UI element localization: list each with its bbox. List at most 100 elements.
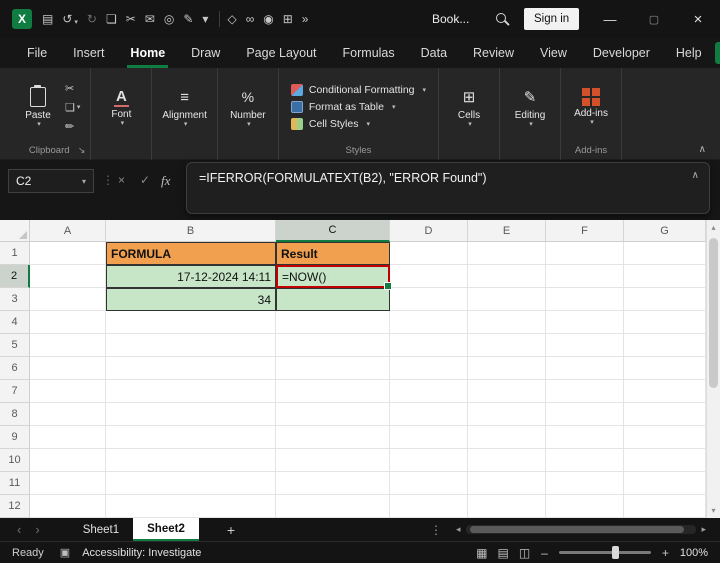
cell-G3[interactable] xyxy=(624,288,706,311)
menu-tab-developer[interactable]: Developer xyxy=(580,38,663,68)
page-layout-view-icon[interactable]: ▤ xyxy=(497,546,508,560)
sheet-menu-icon[interactable]: ⋮ xyxy=(430,523,442,537)
cell-C10[interactable] xyxy=(276,449,390,472)
enter-icon[interactable]: ✓ xyxy=(140,173,150,187)
cell-B10[interactable] xyxy=(106,449,276,472)
cell-D9[interactable] xyxy=(390,426,468,449)
button-alignment[interactable]: ≡Alignment▾ xyxy=(160,72,208,142)
cell-G1[interactable] xyxy=(624,242,706,265)
format-painter-button[interactable]: ✏ xyxy=(65,118,80,134)
button-cells[interactable]: ⊞Cells▾ xyxy=(447,72,491,142)
menu-tab-home[interactable]: Home xyxy=(117,38,178,68)
cell-G5[interactable] xyxy=(624,334,706,357)
close-button[interactable]: × xyxy=(676,0,720,38)
cell-D4[interactable] xyxy=(390,311,468,334)
cell-C7[interactable] xyxy=(276,380,390,403)
cell-B11[interactable] xyxy=(106,472,276,495)
cell-G7[interactable] xyxy=(624,380,706,403)
normal-view-icon[interactable]: ▦ xyxy=(476,546,487,560)
paste-button[interactable]: Paste ▾ xyxy=(16,72,60,142)
cell-C4[interactable] xyxy=(276,311,390,334)
cell-D6[interactable] xyxy=(390,357,468,380)
cell-A3[interactable] xyxy=(30,288,106,311)
insert-function-icon[interactable]: fx xyxy=(161,173,170,189)
button-editing[interactable]: ✎Editing▾ xyxy=(508,72,552,142)
cell-C6[interactable] xyxy=(276,357,390,380)
cell-F10[interactable] xyxy=(546,449,624,472)
row-header-2[interactable]: 2 xyxy=(0,265,30,288)
menu-tab-review[interactable]: Review xyxy=(460,38,527,68)
scroll-down-icon[interactable]: ▾ xyxy=(707,506,720,515)
cell-C12[interactable] xyxy=(276,495,390,518)
column-header-G[interactable]: G xyxy=(624,220,706,242)
button-format-as-table[interactable]: Format as Table▾ xyxy=(291,101,426,113)
vertical-scrollbar[interactable]: ▴ ▾ xyxy=(706,220,720,518)
new-sheet-button[interactable]: + xyxy=(227,522,235,538)
accessibility-status[interactable]: Accessibility: Investigate xyxy=(82,547,201,559)
row-header-7[interactable]: 7 xyxy=(0,380,30,403)
row-header-11[interactable]: 11 xyxy=(0,472,30,495)
cell-F5[interactable] xyxy=(546,334,624,357)
link-icon[interactable]: ∞ xyxy=(246,12,255,26)
sheet-tab-sheet2[interactable]: Sheet2 xyxy=(133,518,199,541)
copy-button[interactable]: ❏▾ xyxy=(65,99,80,115)
cell-F6[interactable] xyxy=(546,357,624,380)
menu-tab-draw[interactable]: Draw xyxy=(178,38,233,68)
cell-A10[interactable] xyxy=(30,449,106,472)
sheet-tab-sheet1[interactable]: Sheet1 xyxy=(69,518,133,541)
cell-B3[interactable]: 34 xyxy=(106,288,276,311)
cell-B8[interactable] xyxy=(106,403,276,426)
column-header-C[interactable]: C xyxy=(276,220,390,242)
column-header-F[interactable]: F xyxy=(546,220,624,242)
cell-F3[interactable] xyxy=(546,288,624,311)
macro-record-icon[interactable]: ▣ xyxy=(60,546,70,559)
cell-G2[interactable] xyxy=(624,265,706,288)
column-header-D[interactable]: D xyxy=(390,220,468,242)
cell-F11[interactable] xyxy=(546,472,624,495)
cell-F2[interactable] xyxy=(546,265,624,288)
cell-A12[interactable] xyxy=(30,495,106,518)
button-conditional-formatting[interactable]: Conditional Formatting▾ xyxy=(291,84,426,96)
cell-A1[interactable] xyxy=(30,242,106,265)
cell-E5[interactable] xyxy=(468,334,546,357)
cell-C9[interactable] xyxy=(276,426,390,449)
cell-E11[interactable] xyxy=(468,472,546,495)
cell-D3[interactable] xyxy=(390,288,468,311)
maximize-button[interactable]: ▢ xyxy=(632,0,676,38)
cell-C2[interactable]: =NOW() xyxy=(276,265,390,288)
cell-A2[interactable] xyxy=(30,265,106,288)
cell-E10[interactable] xyxy=(468,449,546,472)
menu-tab-help[interactable]: Help xyxy=(663,38,715,68)
cell-E1[interactable] xyxy=(468,242,546,265)
cell-B12[interactable] xyxy=(106,495,276,518)
cell-E4[interactable] xyxy=(468,311,546,334)
cell-B7[interactable] xyxy=(106,380,276,403)
cell-E9[interactable] xyxy=(468,426,546,449)
select-all-corner[interactable] xyxy=(0,220,30,242)
row-header-8[interactable]: 8 xyxy=(0,403,30,426)
cell-B4[interactable] xyxy=(106,311,276,334)
cell-B1[interactable]: FORMULA xyxy=(106,242,276,265)
cell-D8[interactable] xyxy=(390,403,468,426)
cell-F12[interactable] xyxy=(546,495,624,518)
button-number[interactable]: %Number▾ xyxy=(226,72,270,142)
cell-G6[interactable] xyxy=(624,357,706,380)
collapse-formula-bar-icon[interactable]: ∧ xyxy=(692,170,699,181)
cell-F7[interactable] xyxy=(546,380,624,403)
menu-tab-file[interactable]: File xyxy=(14,38,60,68)
button-cell-styles[interactable]: Cell Styles▾ xyxy=(291,118,426,130)
cell-E2[interactable] xyxy=(468,265,546,288)
cell-A6[interactable] xyxy=(30,357,106,380)
sheet-nav-left-icon[interactable]: ‹ xyxy=(17,522,21,537)
cell-C5[interactable] xyxy=(276,334,390,357)
menu-tab-view[interactable]: View xyxy=(527,38,580,68)
mail-icon[interactable]: ✉ xyxy=(145,12,155,26)
qat-customize-icon[interactable]: ▾ xyxy=(202,12,208,26)
cancel-icon[interactable]: × xyxy=(118,173,125,187)
cell-G12[interactable] xyxy=(624,495,706,518)
scroll-right-icon[interactable]: ▸ xyxy=(701,524,706,535)
more-commands-icon[interactable]: » xyxy=(302,12,309,26)
clipboard-icon[interactable]: ❏ xyxy=(106,12,117,26)
camera-icon[interactable]: ◉ xyxy=(263,12,273,26)
cell-E3[interactable] xyxy=(468,288,546,311)
